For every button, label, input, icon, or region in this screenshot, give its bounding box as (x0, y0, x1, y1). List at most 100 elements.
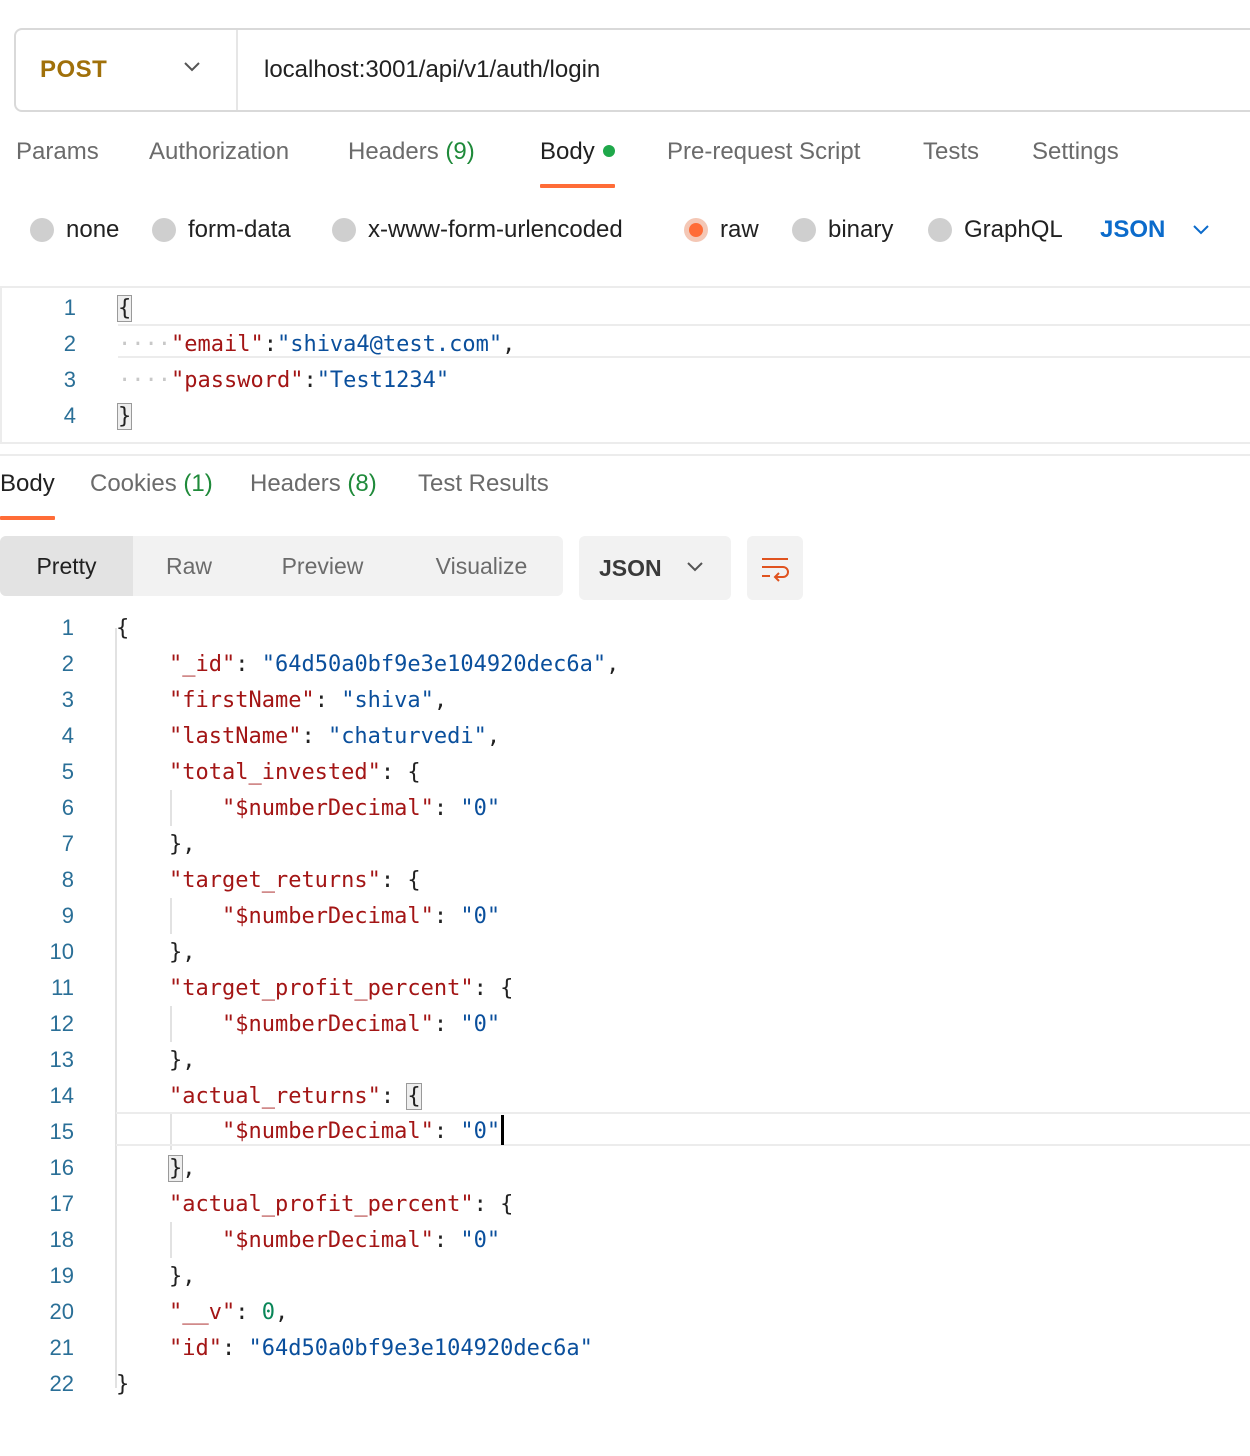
code-line: 15 "$numberDecimal": "0" (0, 1114, 1250, 1150)
response-format-select[interactable]: JSON (579, 536, 731, 600)
tab-count: (1) (183, 470, 213, 497)
radio-graphql[interactable]: GraphQL (928, 212, 1063, 248)
code-line: 8 "target_returns": { (0, 862, 1250, 898)
code-text: }, (116, 1047, 196, 1073)
line-number: 4 (61, 723, 74, 748)
url-input[interactable]: localhost:3001/api/v1/auth/login (238, 56, 600, 84)
json-value: 64d50a0bf9e3e104920dec6a (274, 651, 593, 677)
code-text: } (116, 402, 133, 430)
code-text: "$numberDecimal": "0" (221, 1227, 501, 1253)
json-value: 0 (473, 903, 487, 929)
tab-tests[interactable]: Tests (923, 138, 979, 166)
code-text: { (116, 615, 130, 641)
json-value: chaturvedi (341, 723, 474, 749)
json-key: $numberDecimal (235, 1119, 421, 1144)
tab-label: Headers (348, 138, 439, 165)
wrap-lines-button[interactable] (747, 536, 803, 600)
tab-label: Tests (923, 138, 980, 165)
json-value: shiva (354, 687, 421, 713)
code-line: 1{ (0, 610, 1250, 646)
code-text: }, (116, 1263, 196, 1289)
json-value: 0 (473, 795, 487, 821)
code-text: "target_returns": { (168, 867, 421, 893)
request-url-bar: POST localhost:3001/api/v1/auth/login (14, 28, 1250, 112)
json-value: 0 (261, 1299, 275, 1325)
code-line: 11 "target_profit_percent": { (0, 970, 1250, 1006)
radio-icon (792, 218, 816, 242)
tab-label: Body (0, 470, 55, 497)
tab-params[interactable]: Params (16, 138, 99, 166)
code-line: 7 }, (0, 826, 1250, 862)
radio-x-www-form-urlencoded[interactable]: x-www-form-urlencoded (332, 212, 623, 248)
request-body-editor[interactable]: 1 { 2 ····"email":"shiva4@test.com", 3 ·… (0, 286, 1250, 444)
chevron-down-icon (1193, 225, 1210, 235)
line-number: 3 (61, 687, 74, 712)
line-number: 3 (63, 367, 76, 392)
radio-binary[interactable]: binary (792, 212, 893, 248)
line-number: 1 (61, 615, 74, 640)
tab-settings[interactable]: Settings (1032, 138, 1119, 166)
code-text: "$numberDecimal": "0" (221, 795, 501, 821)
line-number: 2 (61, 651, 74, 676)
code-text: "lastName": "chaturvedi", (168, 723, 501, 749)
tab-label: Authorization (149, 138, 290, 165)
code-text: "$numberDecimal": "0" (221, 903, 501, 929)
line-number: 15 (49, 1119, 74, 1144)
radio-form-data[interactable]: form-data (152, 212, 291, 248)
json-key: target_returns (182, 867, 368, 893)
code-text: "$numberDecimal": "0" (116, 1115, 505, 1147)
tab-headers[interactable]: Headers (9) (348, 138, 475, 166)
view-raw[interactable]: Raw (133, 536, 245, 596)
code-line: 22} (0, 1366, 1250, 1402)
radio-icon (152, 218, 176, 242)
tab-label: Params (16, 138, 99, 165)
raw-format-select[interactable]: JSON (1100, 212, 1211, 248)
code-line: 13 }, (0, 1042, 1250, 1078)
code-line: 18 "$numberDecimal": "0" (0, 1222, 1250, 1258)
code-line: 2 ····"email":"shiva4@test.com", (2, 326, 1250, 362)
tab-cookies[interactable]: Cookies (1) (90, 470, 213, 498)
code-text: "target_profit_percent": { (168, 975, 514, 1001)
code-line: 5 "total_invested": { (0, 754, 1250, 790)
json-key: $numberDecimal (235, 1227, 421, 1253)
code-line: 16 }, (0, 1150, 1250, 1186)
code-line: 12 "$numberDecimal": "0" (0, 1006, 1250, 1042)
view-pretty[interactable]: Pretty (0, 536, 133, 596)
code-text: { (116, 294, 133, 322)
code-line: 3 ····"password":"Test1234" (2, 362, 1250, 398)
code-text: }, (167, 1154, 196, 1182)
code-text: "$numberDecimal": "0" (221, 1011, 501, 1037)
view-mode-switch: Pretty Raw Preview Visualize (0, 536, 563, 596)
line-number: 13 (49, 1047, 74, 1072)
line-number: 17 (49, 1191, 74, 1216)
tab-count: (8) (347, 470, 377, 497)
json-key: actual_profit_percent (182, 1191, 461, 1217)
code-line: 10 }, (0, 934, 1250, 970)
method-select[interactable]: POST (16, 30, 238, 110)
radio-raw[interactable]: raw (684, 212, 759, 248)
view-visualize[interactable]: Visualize (400, 536, 563, 596)
json-value: 0 (473, 1011, 487, 1037)
tab-response-body[interactable]: Body (0, 470, 55, 520)
line-number: 4 (63, 403, 76, 428)
tab-label: Settings (1032, 138, 1119, 165)
modified-dot-icon (602, 144, 615, 157)
line-number: 5 (61, 759, 74, 784)
code-text: ····"email":"shiva4@test.com", (118, 331, 516, 357)
tab-body[interactable]: Body (540, 138, 615, 188)
response-body-viewer[interactable]: 1{ 2 "_id": "64d50a0bf9e3e104920dec6a", … (0, 610, 1250, 1410)
radio-none[interactable]: none (30, 212, 119, 248)
code-text: } (116, 1371, 130, 1397)
code-text: "actual_returns": { (168, 1082, 422, 1110)
tab-test-results[interactable]: Test Results (418, 470, 549, 498)
code-line: 20 "__v": 0, (0, 1294, 1250, 1330)
view-preview[interactable]: Preview (245, 536, 400, 596)
tab-pre-request-script[interactable]: Pre-request Script (667, 138, 860, 166)
json-value: 0 (473, 1119, 487, 1144)
radio-selected-icon (684, 218, 708, 242)
tab-response-headers[interactable]: Headers (8) (250, 470, 377, 498)
code-text: "__v": 0, (168, 1299, 289, 1325)
radio-label: none (66, 216, 120, 243)
code-line: 4 } (2, 398, 1250, 434)
tab-authorization[interactable]: Authorization (149, 138, 289, 166)
